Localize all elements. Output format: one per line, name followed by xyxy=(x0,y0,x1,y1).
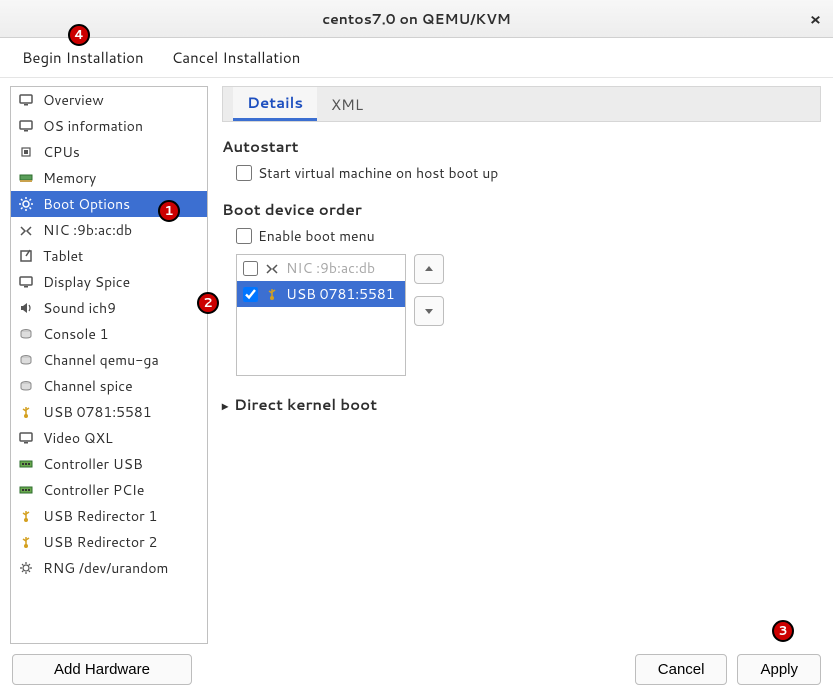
cpu-icon xyxy=(17,143,35,161)
sidebar-item-sound-ich9[interactable]: Sound ich9 xyxy=(11,295,207,321)
sidebar-item-label: RNG /dev/urandom xyxy=(43,558,168,578)
details-tabs: Details XML xyxy=(222,86,821,122)
add-hardware-button[interactable]: Add Hardware xyxy=(12,654,192,685)
direct-kernel-boot-toggle[interactable]: Direct kernel boot xyxy=(222,394,821,415)
tablet-icon xyxy=(17,247,35,265)
console-icon xyxy=(17,325,35,343)
boot-device-row[interactable]: NIC :9b:ac:db xyxy=(237,255,405,281)
annotation-badge-4: 4 xyxy=(68,24,90,46)
boot-device-checkbox[interactable] xyxy=(243,261,258,276)
cancel-button[interactable]: Cancel xyxy=(635,654,728,685)
annotation-badge-1: 1 xyxy=(158,200,180,222)
cancel-installation-button[interactable]: Cancel Installation xyxy=(172,47,301,68)
sidebar-item-label: NIC :9b:ac:db xyxy=(43,220,132,240)
sidebar-item-rng-dev-urandom[interactable]: RNG /dev/urandom xyxy=(11,555,207,581)
tab-details[interactable]: Details xyxy=(233,87,317,121)
rng-icon xyxy=(17,559,35,577)
sidebar-item-video-qxl[interactable]: Video QXL xyxy=(11,425,207,451)
sidebar-item-label: OS information xyxy=(43,116,143,136)
nic-icon xyxy=(264,260,280,276)
annotation-badge-2: 2 xyxy=(197,292,219,314)
controller-icon xyxy=(17,455,35,473)
sidebar-item-nic-9b-ac-db[interactable]: NIC :9b:ac:db xyxy=(11,217,207,243)
sidebar-item-usb-0781-5581[interactable]: USB 0781:5581 xyxy=(11,399,207,425)
window-title: centos7.0 on QEMU/KVM xyxy=(322,9,511,29)
tab-xml[interactable]: XML xyxy=(317,87,377,121)
enable-boot-menu-checkbox[interactable] xyxy=(236,228,252,244)
sidebar-item-controller-usb[interactable]: Controller USB xyxy=(11,451,207,477)
sidebar-item-label: USB Redirector 1 xyxy=(43,506,157,526)
move-up-button[interactable] xyxy=(414,254,444,284)
autostart-section: Autostart Start virtual machine on host … xyxy=(222,136,821,185)
window-titlebar: centos7.0 on QEMU/KVM × xyxy=(0,0,833,38)
sidebar-item-memory[interactable]: Memory xyxy=(11,165,207,191)
nic-icon xyxy=(17,221,35,239)
monitor-icon xyxy=(17,117,35,135)
sidebar-item-os-information[interactable]: OS information xyxy=(11,113,207,139)
sidebar-item-usb-redirector-2[interactable]: USB Redirector 2 xyxy=(11,529,207,555)
sidebar-item-label: USB 0781:5581 xyxy=(43,402,152,422)
sidebar-item-channel-qemu-ga[interactable]: Channel qemu-ga xyxy=(11,347,207,373)
sidebar-item-display-spice[interactable]: Display Spice xyxy=(11,269,207,295)
autostart-checkbox-row[interactable]: Start virtual machine on host boot up xyxy=(236,161,821,185)
sidebar-item-console-1[interactable]: Console 1 xyxy=(11,321,207,347)
boot-device-checkbox[interactable] xyxy=(243,287,258,302)
sidebar-item-label: Controller PCIe xyxy=(43,480,144,500)
autostart-label: Start virtual machine on host boot up xyxy=(258,163,498,183)
sidebar-item-tablet[interactable]: Tablet xyxy=(11,243,207,269)
sidebar-item-label: Controller USB xyxy=(43,454,143,474)
sidebar-item-usb-redirector-1[interactable]: USB Redirector 1 xyxy=(11,503,207,529)
enable-boot-menu-row[interactable]: Enable boot menu xyxy=(236,224,821,248)
main-panel: Details XML Autostart Start virtual mach… xyxy=(208,78,833,644)
boot-device-row[interactable]: USB 0781:5581 xyxy=(237,281,405,307)
boot-device-label: USB 0781:5581 xyxy=(286,284,395,304)
controller-icon xyxy=(17,481,35,499)
boot-order-title: Boot device order xyxy=(222,199,821,220)
usb-icon xyxy=(264,286,280,302)
usb-icon xyxy=(17,507,35,525)
usb-icon xyxy=(17,533,35,551)
sidebar-item-label: CPUs xyxy=(43,142,80,162)
sidebar-item-overview[interactable]: Overview xyxy=(11,87,207,113)
move-down-button[interactable] xyxy=(414,296,444,326)
sidebar-item-label: Console 1 xyxy=(43,324,109,344)
sidebar-item-label: Video QXL xyxy=(43,428,113,448)
sidebar-item-label: Tablet xyxy=(43,246,83,266)
sound-icon xyxy=(17,299,35,317)
annotation-badge-3: 3 xyxy=(772,620,794,642)
enable-boot-menu-label: Enable boot menu xyxy=(258,226,375,246)
monitor-icon xyxy=(17,273,35,291)
apply-button[interactable]: Apply xyxy=(737,654,821,685)
console-icon xyxy=(17,377,35,395)
usb-icon xyxy=(17,403,35,421)
console-icon xyxy=(17,351,35,369)
sidebar-item-label: Overview xyxy=(43,90,104,110)
close-icon[interactable]: × xyxy=(810,8,821,31)
begin-installation-button[interactable]: Begin Installation xyxy=(22,47,144,68)
boot-reorder-buttons xyxy=(414,254,444,326)
memory-icon xyxy=(17,169,35,187)
sidebar-item-cpus[interactable]: CPUs xyxy=(11,139,207,165)
sidebar-item-channel-spice[interactable]: Channel spice xyxy=(11,373,207,399)
sidebar-item-label: Boot Options xyxy=(43,194,130,214)
monitor-icon xyxy=(17,429,35,447)
autostart-checkbox[interactable] xyxy=(236,165,252,181)
sidebar-item-label: Sound ich9 xyxy=(43,298,116,318)
sidebar-item-label: Channel spice xyxy=(43,376,133,396)
footer: Add Hardware Cancel Apply xyxy=(0,644,833,694)
sidebar-item-label: Channel qemu-ga xyxy=(43,350,159,370)
gear-icon xyxy=(17,195,35,213)
sidebar-item-label: USB Redirector 2 xyxy=(43,532,157,552)
sidebar-item-controller-pcie[interactable]: Controller PCIe xyxy=(11,477,207,503)
hardware-sidebar: Overview OS information CPUs Memory Boot Opt… xyxy=(10,86,208,644)
boot-device-label: NIC :9b:ac:db xyxy=(286,258,375,278)
top-actions: Begin Installation Cancel Installation xyxy=(0,38,833,78)
boot-device-list[interactable]: NIC :9b:ac:db USB 0781:5581 xyxy=(236,254,406,376)
autostart-title: Autostart xyxy=(222,136,821,157)
sidebar-item-label: Memory xyxy=(43,168,96,188)
boot-order-section: Boot device order Enable boot menu NIC :… xyxy=(222,199,821,376)
sidebar-item-label: Display Spice xyxy=(43,272,130,292)
monitor-icon xyxy=(17,91,35,109)
